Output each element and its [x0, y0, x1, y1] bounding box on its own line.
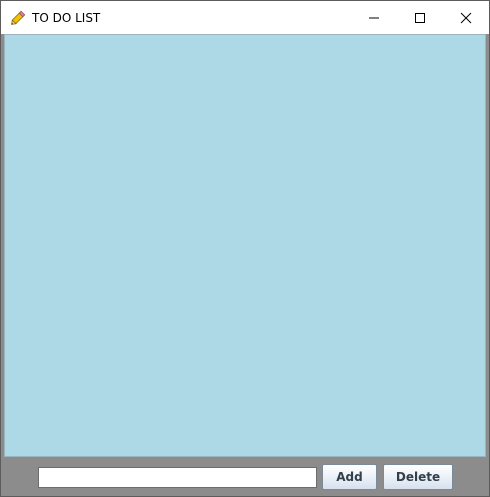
pencil-icon: [10, 8, 28, 26]
minimize-icon: [369, 17, 379, 19]
close-icon: [460, 12, 472, 24]
app-window: TO DO LIST Add Delete: [0, 0, 490, 497]
bottom-panel: Add Delete: [1, 458, 489, 496]
maximize-icon: [415, 13, 425, 23]
close-button[interactable]: [443, 1, 489, 34]
add-button[interactable]: Add: [322, 464, 377, 490]
minimize-button[interactable]: [351, 1, 397, 34]
maximize-button[interactable]: [397, 1, 443, 34]
window-title: TO DO LIST: [32, 11, 101, 25]
delete-button[interactable]: Delete: [383, 464, 453, 490]
task-input[interactable]: [38, 467, 317, 488]
todo-list-area[interactable]: [4, 34, 486, 457]
title-bar[interactable]: TO DO LIST: [1, 1, 489, 34]
